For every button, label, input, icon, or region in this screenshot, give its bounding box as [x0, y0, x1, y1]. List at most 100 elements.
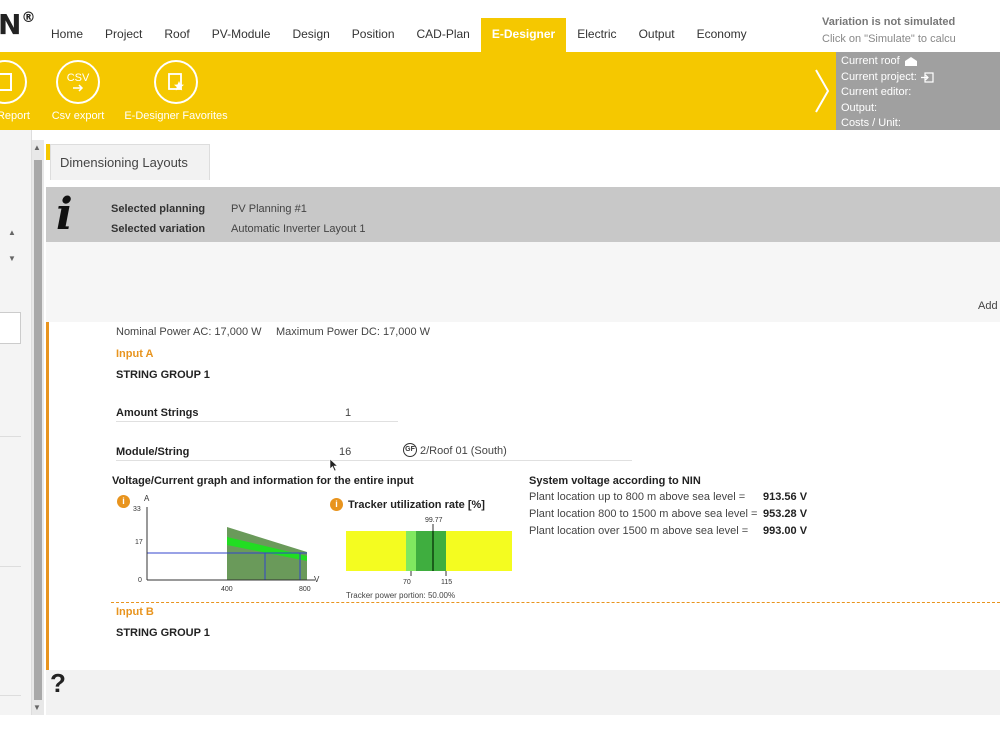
string-group-b: STRING GROUP 1 [116, 627, 210, 639]
report-icon [0, 60, 27, 104]
iv-x-unit: V [314, 575, 320, 584]
current-roof-row: Current roof [841, 54, 1000, 70]
roof-label: 2/Roof 01 (South) [420, 445, 507, 457]
bottom-bar [46, 670, 1000, 715]
simulation-status: Variation is not simulated [822, 16, 956, 28]
menu-home[interactable]: Home [40, 18, 94, 52]
max-power: Maximum Power DC: 17,000 W [276, 326, 431, 338]
menu-design[interactable]: Design [281, 18, 340, 52]
menu-position[interactable]: Position [341, 18, 406, 52]
csv-export-button[interactable]: CSV Csv export [50, 60, 106, 122]
roof-badge-icon: GF [403, 443, 417, 457]
iv-chart: A 33 17 0 400 800 V [133, 494, 320, 593]
left-panel-divider [0, 695, 21, 696]
voltage-row-value: 913.56 V [763, 491, 808, 503]
current-roof-label: Current roof [841, 55, 900, 67]
voltage-row-value: 953.28 V [763, 508, 808, 520]
add-button[interactable]: Add [978, 300, 998, 312]
mouse-cursor-icon [329, 458, 339, 472]
simulation-hint: Click on "Simulate" to calcu [822, 33, 956, 45]
info-i-icon: i [56, 189, 73, 240]
selected-variation-value: Automatic Inverter Layout 1 [231, 223, 366, 235]
iv-y-tick: 33 [133, 506, 141, 513]
left-panel-input[interactable] [0, 312, 21, 344]
tracker-title: Tracker utilization rate [%] [348, 499, 485, 511]
tracker-ideal-range [416, 531, 446, 571]
iv-y-tick: 17 [135, 539, 143, 546]
app-window: N® Home Project Roof PV-Module Design Po… [0, 0, 1000, 750]
help-icon[interactable]: ? [50, 668, 66, 699]
output-label: Output: [841, 101, 878, 114]
csv-export-label: Csv export [51, 110, 105, 122]
iv-x-tick: 400 [221, 586, 233, 593]
csv-icon-text: CSV [66, 71, 90, 84]
current-project-row: Current project: [841, 70, 1000, 86]
input-separator [111, 602, 1000, 603]
module-string-value[interactable]: 16 [339, 446, 351, 458]
logo-text: N [0, 8, 22, 41]
menu-cad-plan[interactable]: CAD-Plan [406, 18, 481, 52]
menu-economy[interactable]: Economy [686, 18, 758, 52]
iv-y-unit: A [144, 494, 150, 503]
menu-output[interactable]: Output [628, 18, 686, 52]
csv-icon: CSV [56, 60, 100, 104]
row-divider [116, 421, 398, 422]
voltage-row-label: Plant location over 1500 m above sea lev… [529, 525, 749, 537]
menu-project[interactable]: Project [94, 18, 153, 52]
scroll-up-icon[interactable]: ▲ [33, 143, 41, 152]
tab-dimensioning-layouts[interactable]: Dimensioning Layouts [50, 144, 210, 180]
chevron-right-icon[interactable] [812, 68, 832, 114]
selected-planning-label: Selected planning [111, 203, 206, 215]
voltage-row-label: Plant location up to 800 m above sea lev… [529, 491, 746, 503]
planning-info-bar: i Selected planning PV Planning #1 Selec… [46, 187, 1000, 242]
scroll-down-icon[interactable]: ▼ [33, 703, 41, 712]
roof-icon[interactable] [904, 56, 918, 67]
spin-up-icon[interactable]: ▲ [8, 228, 16, 237]
input-a-title: Input A [116, 348, 154, 360]
input-b-title: Input B [116, 606, 154, 618]
row-divider [116, 460, 632, 461]
ribbon-toolbar: Report CSV Csv export E-Designer Favorit… [0, 52, 836, 130]
report-button[interactable]: Report [0, 60, 30, 122]
tracker-chart: 99.77 70 115 Tracker power portion: 50.0… [346, 517, 512, 600]
selection-indicator [46, 322, 49, 670]
amount-strings-value[interactable]: 1 [345, 407, 351, 419]
tracker-tick-high: 115 [441, 579, 452, 586]
report-label: Report [0, 110, 30, 122]
favorites-icon [154, 60, 198, 104]
spin-down-icon[interactable]: ▼ [8, 254, 16, 263]
left-panel-divider [0, 566, 21, 567]
voltage-row-label: Plant location 800 to 1500 m above sea l… [529, 508, 758, 520]
system-voltage-title: System voltage according to NIN [529, 475, 701, 487]
selected-planning-value: PV Planning #1 [231, 203, 307, 215]
left-panel-divider [0, 436, 21, 437]
current-project-label: Current project: [841, 70, 917, 83]
amount-strings-label: Amount Strings [116, 407, 199, 419]
tracker-current-indicator [432, 531, 434, 571]
tracker-power-portion: Tracker power portion: 50.00% [346, 591, 455, 600]
project-open-icon[interactable] [920, 72, 934, 83]
main-menu: Home Project Roof PV-Module Design Posit… [40, 18, 758, 52]
selected-variation-label: Selected variation [111, 223, 206, 235]
menu-e-designer[interactable]: E-Designer [480, 18, 567, 52]
favorites-label: E-Designer Favorites [124, 110, 228, 122]
menu-pv-module[interactable]: PV-Module [201, 18, 282, 52]
tracker-info-icon[interactable]: i [330, 498, 343, 511]
tracker-tick-low: 70 [403, 579, 411, 586]
scrollbar-thumb[interactable] [34, 160, 42, 700]
iv-y-tick: 0 [138, 577, 142, 584]
menu-roof[interactable]: Roof [153, 18, 200, 52]
voltage-row-value: 993.00 V [763, 525, 808, 537]
layout-toolbar-area [46, 242, 1000, 322]
app-logo: N® [0, 8, 35, 41]
nominal-power: Nominal Power AC: 17,000 W [116, 326, 262, 338]
favorites-button[interactable]: E-Designer Favorites [124, 60, 228, 122]
current-editor-label: Current editor: [841, 86, 912, 99]
string-group-a: STRING GROUP 1 [116, 369, 210, 381]
iv-x-tick: 800 [299, 586, 311, 593]
left-side-panel: ▲ ▼ [0, 130, 32, 715]
graph-title: Voltage/Current graph and information fo… [112, 475, 414, 487]
menu-electric[interactable]: Electric [566, 18, 627, 52]
logo-registered-mark: ® [21, 10, 36, 26]
project-info-panel: Current roof Current project: Current ed… [836, 52, 1000, 130]
